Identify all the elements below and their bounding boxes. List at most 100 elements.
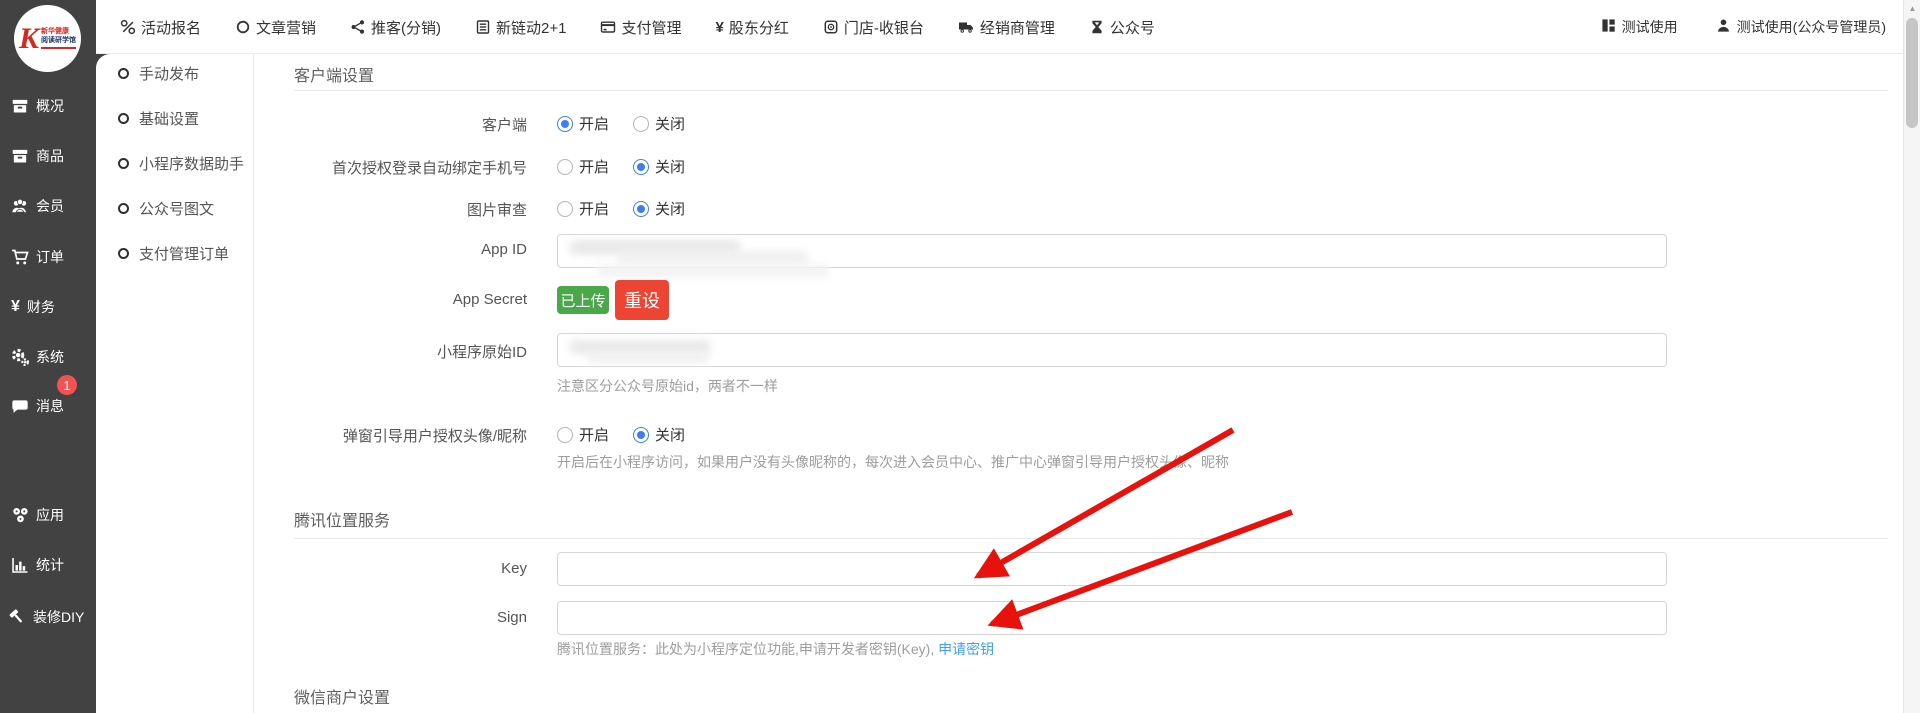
topnav-item-dividend[interactable]: ¥ 股东分红: [716, 17, 789, 38]
radio-off-selected[interactable]: [633, 427, 649, 443]
top-navigation: 活动报名 文章营销 推客(分销) 新链动2+1 支付管理 ¥ 股东分红 门店-收…: [120, 0, 1155, 54]
sidebar-item-stats[interactable]: 统计: [11, 555, 64, 575]
submenu-item-basic-settings[interactable]: 基础设置: [118, 108, 199, 129]
submenu-item-payment-orders[interactable]: 支付管理订单: [118, 243, 229, 264]
popup-guide-radio-group: 开启 关闭: [557, 424, 685, 445]
radio-off-selected[interactable]: [633, 201, 649, 217]
hammer-icon: [8, 608, 26, 626]
sidebar-item-goods[interactable]: 商品: [11, 146, 64, 166]
image-review-radio-group: 开启 关闭: [557, 198, 685, 219]
field-label-image-review: 图片审查: [253, 199, 527, 220]
key-input[interactable]: [557, 552, 1667, 586]
card-icon: [600, 19, 616, 35]
cart-icon: [11, 248, 29, 266]
sidebar-item-decorate-diy[interactable]: 装修DIY: [8, 607, 84, 627]
radio-on-selected[interactable]: [557, 116, 573, 132]
yen-icon: ¥: [11, 298, 20, 316]
field-label-mini-original-id: 小程序原始ID: [253, 341, 527, 362]
field-label-popup-guide: 弹窗引导用户授权头像/昵称: [253, 425, 527, 446]
topnav-item-dealer[interactable]: 经销商管理: [958, 17, 1055, 38]
submenu-item-manual-publish[interactable]: 手动发布: [118, 63, 199, 84]
account-menu[interactable]: 测试使用(公众号管理员): [1716, 17, 1886, 37]
yen-icon: ¥: [716, 19, 724, 36]
field-label-sign: Sign: [253, 609, 527, 626]
gear-icon: [11, 348, 29, 366]
ring-icon: [118, 68, 129, 79]
uploaded-button[interactable]: 已上传: [557, 286, 609, 314]
ring-icon: [118, 248, 129, 259]
chat-icon: [11, 397, 29, 415]
radio-off[interactable]: [633, 116, 649, 132]
sidebar-item-apps[interactable]: 应用: [11, 505, 64, 525]
circle-icon: [235, 19, 251, 35]
ring-icon: [118, 158, 129, 169]
topnav-item-payment[interactable]: 支付管理: [600, 17, 681, 38]
main-area: 手动发布 基础设置 小程序数据助手 公众号图文 支付管理订单 客户端设置 客户端…: [96, 54, 1920, 713]
field-label-bind-phone: 首次授权登录自动绑定手机号: [253, 157, 527, 178]
topnav-item-activity[interactable]: 活动报名: [120, 17, 201, 38]
logo-letter: K: [19, 24, 39, 54]
sidebar-item-members[interactable]: 会员: [11, 196, 64, 216]
radio-on[interactable]: [557, 427, 573, 443]
apply-key-link[interactable]: 申请密钥: [938, 641, 994, 657]
client-radio-group: 开启 关闭: [557, 113, 685, 134]
field-label-appsecret: App Secret: [253, 291, 527, 308]
truck-icon: [958, 19, 975, 35]
ring-icon: [118, 113, 129, 124]
brand-logo[interactable]: K 新华健康 阅读研学馆: [14, 5, 81, 72]
sidebar: K 新华健康 阅读研学馆 概况 商品 会员 订单 ¥ 财务 系统 消息 1 应用: [0, 0, 96, 713]
topbar: 活动报名 文章营销 推客(分销) 新链动2+1 支付管理 ¥ 股东分红 门店-收…: [96, 0, 1920, 54]
popup-guide-note: 开启后在小程序访问，如果用户没有头像昵称的，每次进入会员中心、推广中心弹窗引导用…: [557, 452, 1229, 472]
users-icon: [11, 197, 29, 215]
appid-input[interactable]: [557, 234, 1667, 268]
mini-original-id-redacted-value: [558, 334, 1666, 366]
user-icon: [1716, 18, 1731, 36]
topnav-item-official-account[interactable]: 公众号: [1089, 17, 1155, 38]
tencent-location-note: 腾讯位置服务：此处为小程序定位功能,申请开发者密钥(Key), 申请密钥: [557, 639, 994, 659]
scrollbar-up-arrow[interactable]: ▲: [1904, 0, 1920, 17]
mini-original-id-input[interactable]: [557, 333, 1667, 367]
sidebar-item-finance[interactable]: ¥ 财务: [11, 297, 55, 317]
section-title-client: 客户端设置: [294, 62, 374, 86]
field-label-client: 客户端: [253, 114, 527, 135]
chart-icon: [11, 556, 29, 574]
reset-button[interactable]: 重设: [615, 280, 669, 320]
sidebar-item-messages[interactable]: 消息: [11, 396, 64, 416]
list-icon: [475, 19, 491, 35]
topnav-item-chain[interactable]: 新链动2+1: [475, 17, 566, 38]
ring-icon: [118, 203, 129, 214]
field-label-key: Key: [253, 560, 527, 577]
test-use-menu[interactable]: 测试使用: [1601, 17, 1678, 37]
radio-on[interactable]: [557, 201, 573, 217]
radio-on[interactable]: [557, 159, 573, 175]
share-icon: [350, 19, 366, 35]
scrollbar[interactable]: ▲: [1903, 0, 1920, 713]
overview-box-icon: [11, 97, 29, 115]
submenu-item-official-articles[interactable]: 公众号图文: [118, 198, 214, 219]
grid-icon: [1601, 18, 1616, 36]
hourglass-icon: [1089, 19, 1105, 35]
pos-icon: [823, 19, 839, 35]
apps-icon: [11, 506, 29, 524]
mini-original-id-note: 注意区分公众号原始id，两者不一样: [557, 376, 778, 396]
logo-text: 新华健康 阅读研学馆: [41, 28, 76, 49]
scrollbar-thumb[interactable]: [1906, 18, 1918, 128]
message-count-badge: 1: [57, 375, 77, 395]
sidebar-item-orders[interactable]: 订单: [11, 247, 64, 267]
sidebar-item-system[interactable]: 系统: [11, 347, 64, 367]
radio-off-selected[interactable]: [633, 159, 649, 175]
topnav-item-promoter[interactable]: 推客(分销): [350, 17, 441, 38]
field-label-appid: App ID: [253, 241, 527, 258]
topnav-item-store-pos[interactable]: 门店-收银台: [823, 17, 924, 38]
section-divider: [294, 538, 1888, 539]
sign-input[interactable]: [557, 601, 1667, 635]
appid-redacted-value: [558, 235, 1666, 267]
link-icon: [120, 19, 136, 35]
submenu-item-miniprogram-data[interactable]: 小程序数据助手: [118, 153, 244, 174]
settings-form: 客户端设置 客户端 开启 关闭 首次授权登录自动绑定手机号 开启 关闭 图片审查…: [253, 54, 1920, 713]
topnav-item-article[interactable]: 文章营销: [235, 17, 316, 38]
goods-box-icon: [11, 147, 29, 165]
topbar-right: 测试使用 测试使用(公众号管理员): [1601, 0, 1886, 54]
sidebar-item-overview[interactable]: 概况: [11, 96, 64, 116]
section-title-wechat-merchant: 微信商户设置: [294, 684, 390, 708]
